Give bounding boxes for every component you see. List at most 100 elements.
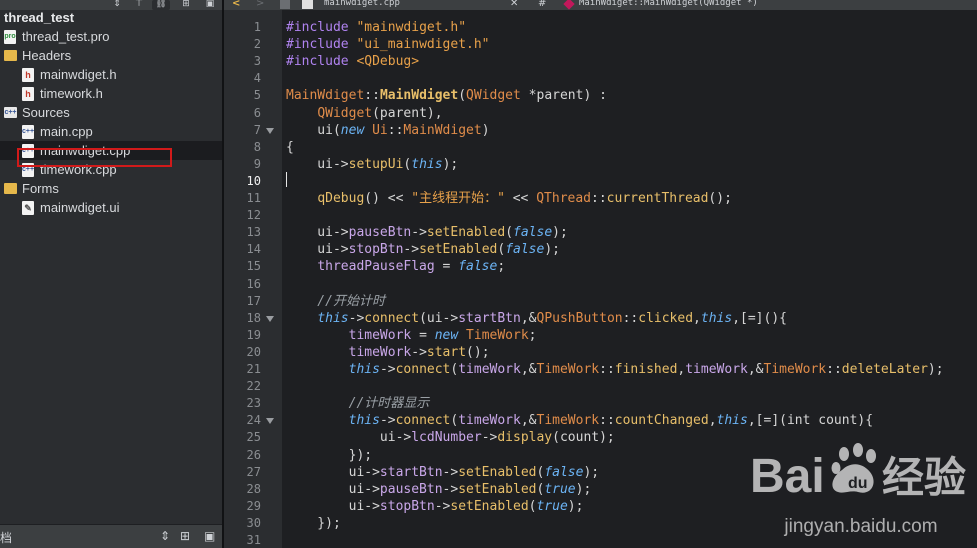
code-token: lcdNumber	[411, 430, 482, 446]
code-line: timeWork->start();	[286, 344, 490, 361]
code-token: ,[=](int count){	[747, 413, 874, 429]
code-token: ->	[379, 362, 396, 377]
code-line: this->connect(timeWork,&TimeWork::countC…	[286, 412, 873, 429]
code-token: startBtn	[379, 464, 443, 480]
code-token: display	[497, 430, 553, 446]
code-token: MainWdiget	[403, 122, 482, 138]
tree-item-thread-test-pro[interactable]: pro thread_test.pro	[0, 27, 222, 46]
code-token: ->	[348, 310, 365, 326]
line-number: 20	[246, 344, 261, 359]
code-token: (	[458, 88, 467, 104]
code-token: ;	[528, 327, 537, 343]
code-line: ui->setupUi(this);	[286, 156, 458, 173]
code-token: ->	[481, 430, 498, 446]
tree-item-label: thread_test	[4, 10, 75, 25]
code-token: //计时器显示	[286, 396, 430, 412]
code-token: TimeWork	[466, 327, 529, 343]
code-token: #include	[286, 20, 357, 35]
line-number: 13	[246, 225, 261, 240]
tree-item-mainwdiget-ui[interactable]: ✎ mainwdiget.ui	[0, 198, 222, 217]
code-token: <QDebug>	[356, 54, 420, 70]
code-token: QWidget	[317, 105, 373, 121]
code-token: start	[426, 344, 467, 360]
current-line-highlight	[282, 171, 977, 188]
lock-icon	[280, 0, 290, 9]
bottom-split-icon[interactable]: ⊞	[180, 529, 190, 543]
code-token: currentThread	[606, 191, 709, 206]
code-line: ui->stopBtn->setEnabled(false);	[286, 241, 560, 258]
code-token: timeWork	[458, 413, 521, 429]
open-file-combo[interactable]: mainwdiget.cpp	[324, 0, 400, 8]
tree-item-main-cpp[interactable]: c++ main.cpp	[0, 122, 222, 141]
bottom-sort-icon[interactable]: ⇕	[160, 529, 170, 543]
line-number: 19	[246, 327, 261, 342]
code-token: (	[505, 225, 514, 241]
code-token: false	[513, 225, 553, 241]
code-token: ,&	[520, 362, 537, 377]
code-token: MainWdiget	[379, 88, 459, 104]
fold-marker-icon[interactable]	[266, 315, 274, 322]
code-token: ,&	[520, 310, 537, 326]
code-token: setEnabled	[458, 481, 537, 497]
code-token: new	[434, 327, 459, 343]
code-token: this	[348, 362, 380, 377]
line-number: 24	[246, 413, 261, 428]
code-token: true	[544, 481, 576, 497]
code-token: ui->	[286, 242, 349, 258]
line-number: 3	[253, 54, 261, 69]
tree-item-thread-test[interactable]: thread_test	[0, 8, 222, 27]
code-token: ui->	[286, 156, 349, 172]
code-token: connect	[395, 362, 451, 377]
code-token: clicked	[638, 310, 694, 326]
tree-item-mainwdiget-h[interactable]: h mainwdiget.h	[0, 65, 222, 84]
code-token: });	[286, 515, 341, 531]
tree-item-label: timework.h	[40, 86, 103, 101]
cpp-file-icon: c++	[22, 125, 34, 139]
code-token: ->	[411, 344, 427, 360]
code-token: #include	[286, 37, 357, 53]
code-token: (count);	[552, 430, 615, 446]
baidu-jingyan-watermark: Bai 经验 du jingyan.baidu.com	[750, 440, 972, 544]
code-token: this	[411, 156, 443, 172]
close-document-icon[interactable]: ✕	[510, 0, 518, 9]
code-token: );	[927, 362, 944, 377]
back-button[interactable]: <	[232, 0, 240, 9]
fold-marker-icon[interactable]	[266, 418, 274, 425]
code-token: );	[575, 481, 592, 497]
code-token: stopBtn	[348, 242, 404, 258]
header-file-icon: h	[22, 87, 34, 101]
code-token: =	[434, 259, 459, 275]
code-token: QWidget	[466, 88, 521, 104]
symbol-combo[interactable]: MainWdiget::MainWdiget(QWidget *)	[579, 0, 758, 8]
tree-item-timework-h[interactable]: h timework.h	[0, 84, 222, 103]
code-token: timeWork	[348, 344, 412, 360]
tree-item-forms[interactable]: Forms	[0, 179, 222, 198]
tree-item-sources[interactable]: c++ Sources	[0, 103, 222, 122]
code-token: setEnabled	[426, 225, 506, 241]
bottom-close-icon[interactable]: ▣	[204, 529, 215, 543]
code-line: this->connect(timeWork,&TimeWork::finish…	[286, 361, 944, 378]
header-file-icon: h	[22, 68, 34, 82]
forward-button[interactable]: >	[256, 0, 264, 9]
code-token: ();	[466, 344, 490, 360]
tree-item-label: Headers	[22, 48, 72, 63]
line-number: 16	[246, 276, 261, 291]
code-line: ui->startBtn->setEnabled(false);	[286, 464, 600, 481]
code-line: });	[286, 515, 341, 532]
code-token: countChanged	[614, 413, 709, 429]
code-line: ui(new Ui::MainWdiget)	[286, 122, 489, 139]
fold-marker-icon[interactable]	[266, 127, 274, 134]
code-line: //开始计时	[286, 293, 385, 310]
code-token: threadPauseFlag	[317, 259, 435, 275]
code-token: ::	[591, 191, 607, 206]
tree-item-headers[interactable]: Headers	[0, 46, 222, 65]
line-number: 18	[246, 310, 261, 325]
line-number: 30	[246, 515, 261, 530]
code-token: QThread	[536, 191, 592, 206]
code-line: {	[286, 139, 294, 156]
code-token: ::	[622, 310, 639, 326]
